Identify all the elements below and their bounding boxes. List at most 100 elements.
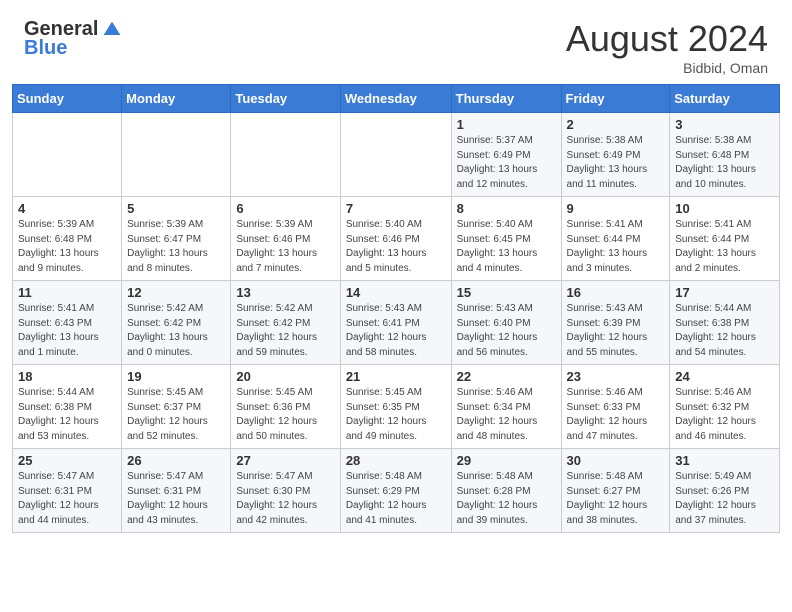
day-number: 21 bbox=[346, 369, 446, 384]
day-number: 22 bbox=[457, 369, 556, 384]
day-info: Sunrise: 5:44 AM Sunset: 6:38 PM Dayligh… bbox=[18, 386, 116, 444]
day-number: 5 bbox=[127, 201, 225, 216]
day-info: Sunrise: 5:39 AM Sunset: 6:48 PM Dayligh… bbox=[18, 218, 116, 276]
day-info: Sunrise: 5:45 AM Sunset: 6:36 PM Dayligh… bbox=[236, 386, 334, 444]
day-number: 26 bbox=[127, 453, 225, 468]
day-number: 10 bbox=[675, 201, 774, 216]
calendar-cell: 30Sunrise: 5:48 AM Sunset: 6:27 PM Dayli… bbox=[561, 449, 670, 533]
day-number: 16 bbox=[567, 285, 665, 300]
day-number: 19 bbox=[127, 369, 225, 384]
day-info: Sunrise: 5:46 AM Sunset: 6:33 PM Dayligh… bbox=[567, 386, 665, 444]
day-info: Sunrise: 5:46 AM Sunset: 6:34 PM Dayligh… bbox=[457, 386, 556, 444]
day-info: Sunrise: 5:42 AM Sunset: 6:42 PM Dayligh… bbox=[236, 302, 334, 360]
calendar-cell: 14Sunrise: 5:43 AM Sunset: 6:41 PM Dayli… bbox=[340, 281, 451, 365]
calendar-cell: 19 Sunrise: 5:45 AM Sunset: 6:37 PM Dayli… bbox=[122, 365, 231, 449]
header-wednesday: Wednesday bbox=[340, 85, 451, 113]
day-number: 13 bbox=[236, 285, 334, 300]
day-info: Sunrise: 5:47 AM Sunset: 6:31 PM Dayligh… bbox=[18, 470, 116, 528]
calendar-cell: 21 Sunrise: 5:45 AM Sunset: 6:35 PM Dayli… bbox=[340, 365, 451, 449]
calendar-cell: 10Sunrise: 5:41 AM Sunset: 6:44 PM Dayli… bbox=[670, 197, 780, 281]
location-subtitle: Bidbid, Oman bbox=[566, 60, 768, 76]
day-number: 7 bbox=[346, 201, 446, 216]
calendar-cell: 22 Sunrise: 5:46 AM Sunset: 6:34 PM Dayli… bbox=[451, 365, 561, 449]
day-info: Sunrise: 5:39 AM Sunset: 6:47 PM Dayligh… bbox=[127, 218, 225, 276]
day-info: Sunrise: 5:48 AM Sunset: 6:29 PM Dayligh… bbox=[346, 470, 446, 528]
header-monday: Monday bbox=[122, 85, 231, 113]
day-info: Sunrise: 5:46 AM Sunset: 6:32 PM Dayligh… bbox=[675, 386, 774, 444]
calendar-cell: 15Sunrise: 5:43 AM Sunset: 6:40 PM Dayli… bbox=[451, 281, 561, 365]
logo-icon bbox=[102, 20, 122, 40]
day-number: 9 bbox=[567, 201, 665, 216]
calendar-week-row: 4 Sunrise: 5:39 AM Sunset: 6:48 PM Daylig… bbox=[13, 197, 780, 281]
calendar-cell: 18Sunrise: 5:44 AM Sunset: 6:38 PM Dayli… bbox=[13, 365, 122, 449]
day-number: 28 bbox=[346, 453, 446, 468]
day-number: 30 bbox=[567, 453, 665, 468]
calendar-cell: 17 Sunrise: 5:44 AM Sunset: 6:38 PM Dayli… bbox=[670, 281, 780, 365]
calendar-cell: 6Sunrise: 5:39 AM Sunset: 6:46 PM Daylig… bbox=[231, 197, 340, 281]
header-sunday: Sunday bbox=[13, 85, 122, 113]
calendar-cell: 24 Sunrise: 5:46 AM Sunset: 6:32 PM Dayli… bbox=[670, 365, 780, 449]
calendar-cell: 9 Sunrise: 5:41 AM Sunset: 6:44 PM Daylig… bbox=[561, 197, 670, 281]
calendar-cell: 1 Sunrise: 5:37 AM Sunset: 6:49 PM Daylig… bbox=[451, 113, 561, 197]
logo: General Blue bbox=[24, 18, 122, 60]
day-number: 29 bbox=[457, 453, 556, 468]
day-info: Sunrise: 5:39 AM Sunset: 6:46 PM Dayligh… bbox=[236, 218, 334, 276]
day-info: Sunrise: 5:44 AM Sunset: 6:38 PM Dayligh… bbox=[675, 302, 774, 360]
day-number: 24 bbox=[675, 369, 774, 384]
month-title: August 2024 bbox=[566, 18, 768, 60]
calendar-cell bbox=[122, 113, 231, 197]
calendar-cell bbox=[13, 113, 122, 197]
day-info: Sunrise: 5:48 AM Sunset: 6:28 PM Dayligh… bbox=[457, 470, 556, 528]
calendar-cell: 27 Sunrise: 5:47 AM Sunset: 6:30 PM Dayli… bbox=[231, 449, 340, 533]
calendar-cell: 7 Sunrise: 5:40 AM Sunset: 6:46 PM Daylig… bbox=[340, 197, 451, 281]
day-info: Sunrise: 5:47 AM Sunset: 6:30 PM Dayligh… bbox=[236, 470, 334, 528]
day-info: Sunrise: 5:42 AM Sunset: 6:42 PM Dayligh… bbox=[127, 302, 225, 360]
day-number: 3 bbox=[675, 117, 774, 132]
day-number: 17 bbox=[675, 285, 774, 300]
day-info: Sunrise: 5:43 AM Sunset: 6:41 PM Dayligh… bbox=[346, 302, 446, 360]
calendar-cell: 12 Sunrise: 5:42 AM Sunset: 6:42 PM Dayli… bbox=[122, 281, 231, 365]
page-header: General Blue August 2024 Bidbid, Oman bbox=[0, 0, 792, 84]
calendar-header: Sunday Monday Tuesday Wednesday Thursday… bbox=[13, 85, 780, 113]
calendar-week-row: 1 Sunrise: 5:37 AM Sunset: 6:49 PM Daylig… bbox=[13, 113, 780, 197]
calendar-cell: 11Sunrise: 5:41 AM Sunset: 6:43 PM Dayli… bbox=[13, 281, 122, 365]
calendar-cell: 13 Sunrise: 5:42 AM Sunset: 6:42 PM Dayli… bbox=[231, 281, 340, 365]
header-thursday: Thursday bbox=[451, 85, 561, 113]
logo-blue-text: Blue bbox=[24, 37, 67, 60]
calendar-week-row: 11Sunrise: 5:41 AM Sunset: 6:43 PM Dayli… bbox=[13, 281, 780, 365]
day-number: 1 bbox=[457, 117, 556, 132]
day-info: Sunrise: 5:38 AM Sunset: 6:48 PM Dayligh… bbox=[675, 134, 774, 192]
calendar-cell: 28 Sunrise: 5:48 AM Sunset: 6:29 PM Dayli… bbox=[340, 449, 451, 533]
calendar-cell: 16Sunrise: 5:43 AM Sunset: 6:39 PM Dayli… bbox=[561, 281, 670, 365]
day-info: Sunrise: 5:45 AM Sunset: 6:35 PM Dayligh… bbox=[346, 386, 446, 444]
day-info: Sunrise: 5:41 AM Sunset: 6:43 PM Dayligh… bbox=[18, 302, 116, 360]
header-tuesday: Tuesday bbox=[231, 85, 340, 113]
day-number: 15 bbox=[457, 285, 556, 300]
calendar-cell: 8Sunrise: 5:40 AM Sunset: 6:45 PM Daylig… bbox=[451, 197, 561, 281]
calendar-cell: 2Sunrise: 5:38 AM Sunset: 6:49 PM Daylig… bbox=[561, 113, 670, 197]
header-friday: Friday bbox=[561, 85, 670, 113]
calendar-cell: 3 Sunrise: 5:38 AM Sunset: 6:48 PM Daylig… bbox=[670, 113, 780, 197]
day-number: 31 bbox=[675, 453, 774, 468]
day-number: 4 bbox=[18, 201, 116, 216]
day-info: Sunrise: 5:47 AM Sunset: 6:31 PM Dayligh… bbox=[127, 470, 225, 528]
calendar-week-row: 25Sunrise: 5:47 AM Sunset: 6:31 PM Dayli… bbox=[13, 449, 780, 533]
header-saturday: Saturday bbox=[670, 85, 780, 113]
calendar-cell: 25Sunrise: 5:47 AM Sunset: 6:31 PM Dayli… bbox=[13, 449, 122, 533]
day-number: 2 bbox=[567, 117, 665, 132]
day-info: Sunrise: 5:45 AM Sunset: 6:37 PM Dayligh… bbox=[127, 386, 225, 444]
calendar-body: 1 Sunrise: 5:37 AM Sunset: 6:49 PM Daylig… bbox=[13, 113, 780, 533]
day-info: Sunrise: 5:40 AM Sunset: 6:46 PM Dayligh… bbox=[346, 218, 446, 276]
title-area: August 2024 Bidbid, Oman bbox=[566, 18, 768, 76]
day-info: Sunrise: 5:37 AM Sunset: 6:49 PM Dayligh… bbox=[457, 134, 556, 192]
day-info: Sunrise: 5:41 AM Sunset: 6:44 PM Dayligh… bbox=[567, 218, 665, 276]
day-number: 8 bbox=[457, 201, 556, 216]
calendar-cell: 5 Sunrise: 5:39 AM Sunset: 6:47 PM Daylig… bbox=[122, 197, 231, 281]
day-number: 20 bbox=[236, 369, 334, 384]
calendar-table: Sunday Monday Tuesday Wednesday Thursday… bbox=[12, 84, 780, 533]
day-number: 27 bbox=[236, 453, 334, 468]
calendar-cell bbox=[340, 113, 451, 197]
day-number: 12 bbox=[127, 285, 225, 300]
day-info: Sunrise: 5:49 AM Sunset: 6:26 PM Dayligh… bbox=[675, 470, 774, 528]
calendar-cell: 31 Sunrise: 5:49 AM Sunset: 6:26 PM Dayli… bbox=[670, 449, 780, 533]
